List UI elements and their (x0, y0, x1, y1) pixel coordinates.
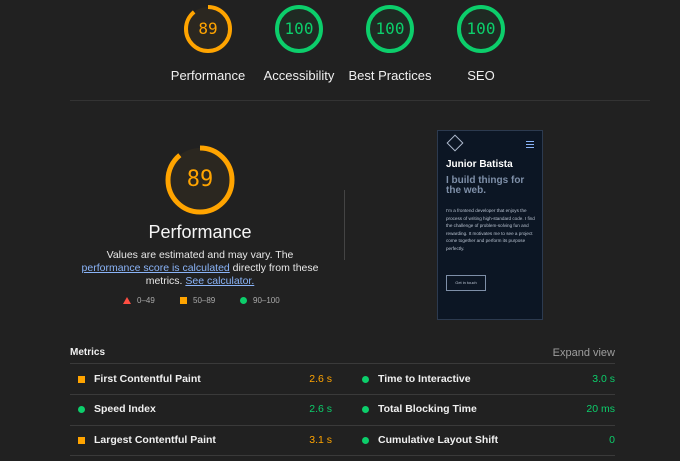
metric-row: Time to Interactive 3.0 s (354, 364, 615, 394)
gauge-best-practices[interactable]: 100 Best Practices (340, 4, 440, 83)
gauge-score: 89 (198, 19, 218, 38)
gauge-score: 100 (284, 19, 314, 38)
square-icon (78, 376, 85, 383)
preview-tagline: I build things for the web. (446, 175, 525, 196)
expand-view-button[interactable]: Expand view (553, 347, 615, 359)
metric-name: First Contentful Paint (94, 373, 201, 385)
metric-name: Speed Index (94, 403, 156, 415)
category-gauges: 89 Performance 100 Accessibility 100 Bes… (0, 0, 680, 100)
final-screenshot[interactable]: Junior Batista I build things for the we… (437, 130, 543, 320)
preview-cta-button: Get in touch (446, 275, 486, 291)
metric-value: 3.1 s (309, 434, 332, 446)
legend-average: 50–89 (180, 296, 215, 305)
gauge-label: Accessibility (263, 68, 335, 83)
vertical-divider (344, 190, 345, 260)
gauge-accessibility[interactable]: 100 Accessibility (249, 4, 349, 83)
legend-label: 90–100 (253, 296, 280, 305)
metric-value: 2.6 s (309, 373, 332, 385)
metrics-title: Metrics (70, 347, 106, 358)
performance-description: Values are estimated and may vary. The p… (80, 249, 320, 288)
metric-name: Time to Interactive (378, 373, 471, 385)
circle-icon (78, 406, 85, 413)
circle-icon (362, 437, 369, 444)
gauge-seo[interactable]: 100 SEO (431, 4, 531, 83)
circle-icon (362, 376, 369, 383)
divider (70, 455, 615, 456)
square-icon (180, 297, 187, 304)
score-calculated-link[interactable]: performance score is calculated (82, 262, 230, 274)
metric-name: Largest Contentful Paint (94, 434, 216, 446)
gauge-performance[interactable]: 89 Performance (158, 4, 258, 83)
performance-score: 89 (186, 167, 214, 192)
metric-row: Speed Index 2.6 s (70, 394, 332, 424)
metric-row: Largest Contentful Paint 3.1 s (70, 425, 332, 455)
gauge-ring: 100 (274, 4, 324, 54)
preview-body: I'm a frontend developer that enjoys the… (446, 208, 535, 251)
legend-pass: 90–100 (240, 296, 280, 305)
desc-text: Values are estimated and may vary. The (106, 249, 294, 261)
menu-icon (526, 141, 534, 150)
metric-value: 20 ms (586, 403, 615, 415)
performance-gauge: 89 (164, 144, 236, 216)
metric-value: 3.0 s (592, 373, 615, 385)
metric-value: 0 (609, 434, 615, 446)
gauge-score: 100 (466, 19, 496, 38)
divider (70, 100, 650, 101)
metric-name: Total Blocking Time (378, 403, 477, 415)
metric-name: Cumulative Layout Shift (378, 434, 499, 446)
square-icon (78, 437, 85, 444)
metric-row: Total Blocking Time 20 ms (354, 394, 615, 424)
logo-icon (446, 134, 464, 152)
performance-title: Performance (148, 222, 252, 242)
gauge-label: SEO (467, 68, 495, 83)
triangle-icon (123, 297, 131, 304)
circle-icon (362, 406, 369, 413)
legend-label: 0–49 (137, 296, 155, 305)
gauge-ring: 89 (183, 4, 233, 54)
gauge-label: Best Practices (348, 68, 432, 83)
gauge-ring: 100 (456, 4, 506, 54)
gauge-label: Performance (170, 68, 246, 83)
preview-name: Junior Batista (446, 159, 513, 170)
legend-fail: 0–49 (123, 296, 155, 305)
metric-row: Cumulative Layout Shift 0 (354, 425, 615, 455)
metric-row: First Contentful Paint 2.6 s (70, 364, 332, 394)
see-calculator-link[interactable]: See calculator. (185, 275, 254, 287)
gauge-score: 100 (375, 19, 405, 38)
circle-icon (240, 297, 247, 304)
legend-label: 50–89 (193, 296, 216, 305)
score-legend: 0–49 50–89 90–100 (100, 296, 300, 310)
gauge-ring: 100 (365, 4, 415, 54)
metric-value: 2.6 s (309, 403, 332, 415)
